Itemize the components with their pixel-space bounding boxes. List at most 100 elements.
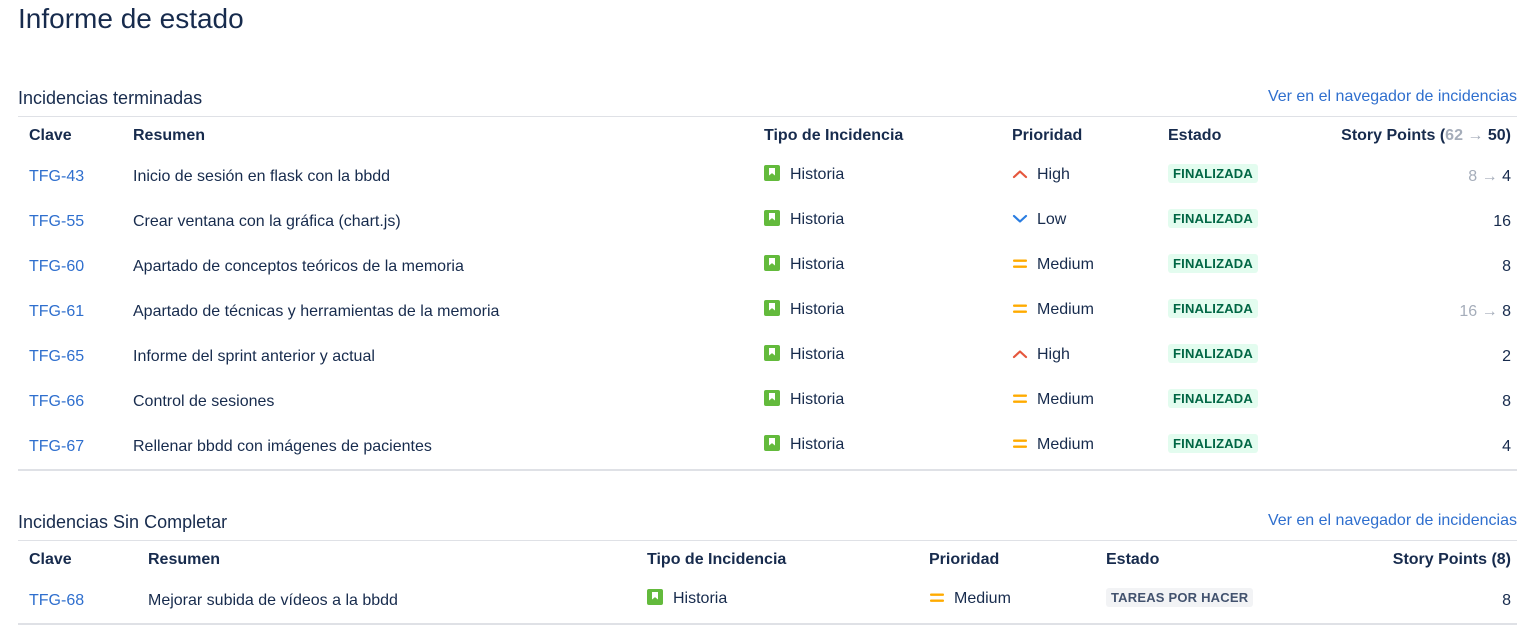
arrow-icon: → bbox=[1481, 302, 1498, 320]
story-points-value: 2 bbox=[1502, 347, 1511, 365]
story-points-value: 8 bbox=[1502, 591, 1511, 609]
priority-cell: Medium bbox=[918, 578, 1095, 624]
section-header: Incidencias Sin Completar Ver en el nave… bbox=[18, 506, 1517, 540]
story-icon bbox=[764, 434, 780, 451]
table-row[interactable]: TFG-60 Apartado de conceptos teóricos de … bbox=[18, 244, 1517, 289]
column-header-story-points[interactable]: Story Points (62 → 50) bbox=[1317, 117, 1517, 155]
column-header-priority[interactable]: Prioridad bbox=[918, 541, 1095, 579]
issue-type-cell: Historia bbox=[753, 244, 1001, 289]
column-header-summary[interactable]: Resumen bbox=[122, 117, 753, 155]
status-cell: FINALIZADA bbox=[1157, 334, 1317, 379]
page-title: Informe de estado bbox=[18, 3, 244, 34]
issue-summary: Crear ventana con la gráfica (chart.js) bbox=[133, 212, 401, 230]
story-icon bbox=[764, 209, 780, 226]
story-points-cell: 8 bbox=[1317, 379, 1517, 424]
priority-cell: Medium bbox=[1001, 424, 1157, 470]
story-points-cell: 16 → 8 bbox=[1317, 289, 1517, 334]
table-header-row: Clave Resumen Tipo de Incidencia Priorid… bbox=[18, 117, 1517, 155]
issue-type-cell: Historia bbox=[753, 289, 1001, 334]
story-points-cell: 8 bbox=[1355, 578, 1517, 624]
status-cell: FINALIZADA bbox=[1157, 379, 1317, 424]
story-icon bbox=[647, 588, 663, 605]
issue-summary: Rellenar bbdd con imágenes de pacientes bbox=[133, 437, 432, 455]
status-cell: FINALIZADA bbox=[1157, 244, 1317, 289]
section-title: Incidencias Sin Completar bbox=[18, 512, 228, 532]
story-icon bbox=[764, 299, 780, 316]
column-header-story-points[interactable]: Story Points (8) bbox=[1355, 541, 1517, 579]
status-badge: FINALIZADA bbox=[1168, 344, 1258, 363]
issue-key-link[interactable]: TFG-65 bbox=[29, 348, 84, 365]
view-in-issue-navigator-link[interactable]: Ver en el navegador de incidencias bbox=[1268, 512, 1517, 530]
table-row[interactable]: TFG-43 Inicio de sesión en flask con la b… bbox=[18, 154, 1517, 199]
completed-issues-table: Clave Resumen Tipo de Incidencia Priorid… bbox=[18, 116, 1517, 471]
table-row[interactable]: TFG-55 Crear ventana con la gráfica (char… bbox=[18, 199, 1517, 244]
issue-type-cell: Historia bbox=[636, 578, 918, 624]
column-header-status[interactable]: Estado bbox=[1157, 117, 1317, 155]
story-points-final: 4 bbox=[1502, 167, 1511, 185]
story-icon bbox=[764, 254, 780, 271]
story-points-value: 8 bbox=[1502, 392, 1511, 410]
priority-label: High bbox=[1037, 346, 1070, 363]
status-cell: TAREAS POR HACER bbox=[1095, 578, 1355, 624]
issue-key-link[interactable]: TFG-55 bbox=[29, 213, 84, 230]
issue-summary: Inicio de sesión en flask con la bbdd bbox=[133, 167, 391, 185]
priority-high-icon bbox=[1012, 347, 1028, 359]
issue-key-cell: TFG-65 bbox=[18, 334, 122, 379]
table-row[interactable]: TFG-65 Informe del sprint anterior y actu… bbox=[18, 334, 1517, 379]
issue-type-label: Historia bbox=[790, 255, 845, 273]
issue-key-link[interactable]: TFG-68 bbox=[29, 592, 84, 609]
status-badge: FINALIZADA bbox=[1168, 164, 1258, 183]
table-row[interactable]: TFG-68 Mejorar subida de vídeos a la bbdd… bbox=[18, 578, 1517, 624]
issue-type-cell: Historia bbox=[753, 199, 1001, 244]
story-icon bbox=[764, 344, 780, 361]
story-icon bbox=[764, 389, 780, 406]
priority-medium-icon bbox=[1012, 437, 1028, 449]
incomplete-issues-section: Incidencias Sin Completar Ver en el nave… bbox=[18, 506, 1517, 625]
story-points-final: 50) bbox=[1487, 126, 1511, 144]
issue-key-cell: TFG-43 bbox=[18, 154, 122, 199]
column-header-key[interactable]: Clave bbox=[18, 117, 122, 155]
issue-type-cell: Historia bbox=[753, 379, 1001, 424]
story-points-value: 16 bbox=[1493, 212, 1511, 230]
story-icon bbox=[764, 164, 780, 181]
issue-key-link[interactable]: TFG-61 bbox=[29, 303, 84, 320]
story-points-initial: 16 bbox=[1459, 302, 1478, 320]
priority-medium-icon bbox=[1012, 302, 1028, 314]
priority-medium-icon bbox=[1012, 392, 1028, 404]
column-header-key[interactable]: Clave bbox=[18, 541, 137, 579]
issue-summary: Apartado de conceptos teóricos de la mem… bbox=[133, 257, 464, 275]
view-in-issue-navigator-link[interactable]: Ver en el navegador de incidencias bbox=[1268, 88, 1517, 106]
column-header-priority[interactable]: Prioridad bbox=[1001, 117, 1157, 155]
column-header-summary[interactable]: Resumen bbox=[137, 541, 636, 579]
column-header-type[interactable]: Tipo de Incidencia bbox=[753, 117, 1001, 155]
priority-label: Medium bbox=[1037, 436, 1094, 453]
issue-type-label: Historia bbox=[790, 300, 845, 318]
column-header-type[interactable]: Tipo de Incidencia bbox=[636, 541, 918, 579]
column-header-status[interactable]: Estado bbox=[1095, 541, 1355, 579]
issue-key-link[interactable]: TFG-60 bbox=[29, 258, 84, 275]
status-cell: FINALIZADA bbox=[1157, 424, 1317, 470]
issue-key-cell: TFG-60 bbox=[18, 244, 122, 289]
priority-cell: Low bbox=[1001, 199, 1157, 244]
arrow-icon: → bbox=[1481, 167, 1498, 185]
table-row[interactable]: TFG-61 Apartado de técnicas y herramienta… bbox=[18, 289, 1517, 334]
section-header: Incidencias terminadas Ver en el navegad… bbox=[18, 82, 1517, 116]
table-row[interactable]: TFG-66 Control de sesiones Historia Medium F… bbox=[18, 379, 1517, 424]
issue-type-label: Historia bbox=[790, 435, 845, 453]
priority-cell: Medium bbox=[1001, 289, 1157, 334]
story-points-label: Story Points ( bbox=[1341, 126, 1446, 144]
issue-key-link[interactable]: TFG-43 bbox=[29, 168, 84, 185]
table-row[interactable]: TFG-67 Rellenar bbdd con imágenes de paci… bbox=[18, 424, 1517, 470]
issue-key-cell: TFG-55 bbox=[18, 199, 122, 244]
issue-summary: Apartado de técnicas y herramientas de l… bbox=[133, 302, 500, 320]
status-cell: FINALIZADA bbox=[1157, 154, 1317, 199]
issue-key-link[interactable]: TFG-66 bbox=[29, 393, 84, 410]
section-title: Incidencias terminadas bbox=[18, 88, 203, 108]
incomplete-issues-table: Clave Resumen Tipo de Incidencia Priorid… bbox=[18, 540, 1517, 625]
arrow-icon: → bbox=[1467, 126, 1484, 144]
priority-cell: Medium bbox=[1001, 379, 1157, 424]
status-badge: FINALIZADA bbox=[1168, 254, 1258, 273]
issue-key-cell: TFG-67 bbox=[18, 424, 122, 470]
issue-type-cell: Historia bbox=[753, 424, 1001, 470]
issue-key-link[interactable]: TFG-67 bbox=[29, 438, 84, 455]
